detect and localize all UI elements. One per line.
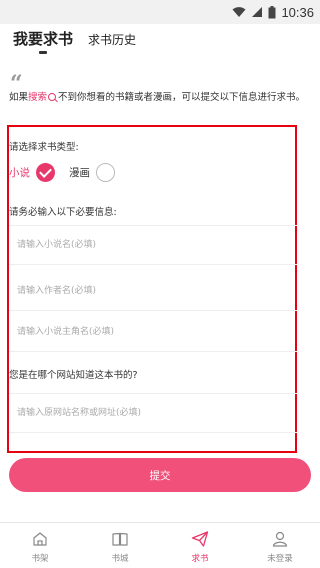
author-name-field: [9, 271, 299, 311]
nav-bookstore[interactable]: 书城: [80, 523, 160, 568]
type-option-novel-label: 小说: [9, 166, 30, 179]
novel-name-field: [9, 225, 299, 265]
source-section-label: 您是在哪个网站知道这本书的?: [9, 370, 138, 381]
nav-request-book[interactable]: 求书: [160, 523, 240, 568]
paper-plane-icon: [191, 531, 209, 547]
signal-icon: [252, 7, 263, 17]
submit-button[interactable]: 提交: [9, 458, 311, 492]
active-tab-indicator: [39, 51, 47, 54]
type-option-comic[interactable]: 漫画: [69, 160, 115, 184]
nav-request-book-label: 求书: [191, 554, 209, 564]
bottom-nav: 书架 书城 求书 未登录: [0, 522, 320, 568]
search-icon: [48, 93, 57, 101]
nav-not-logged-in-label: 未登录: [267, 554, 293, 564]
search-link[interactable]: 搜索: [28, 92, 47, 103]
source-website-field: [9, 393, 299, 433]
home-icon: [33, 532, 47, 546]
nav-bookshelf-label: 书架: [31, 554, 49, 564]
intro-prefix: 如果: [9, 92, 29, 103]
tab-request-book[interactable]: 我要求书: [13, 28, 73, 49]
type-section-label: 请选择求书类型:: [9, 142, 79, 153]
nav-bookshelf[interactable]: 书架: [0, 523, 80, 568]
status-bar: 10:36: [0, 0, 320, 24]
type-options: 小说 漫画: [9, 160, 209, 184]
author-name-input[interactable]: [17, 281, 287, 301]
status-indicators: 10:36: [232, 4, 314, 20]
tab-request-history[interactable]: 求书历史: [88, 31, 136, 48]
book-icon: [112, 532, 128, 546]
type-option-comic-label: 漫画: [69, 166, 90, 179]
battery-icon: [268, 5, 276, 18]
top-tabs: 我要求书 求书历史: [0, 24, 320, 60]
user-icon: [272, 531, 288, 547]
protagonist-name-field: [9, 312, 299, 352]
wifi-icon: [232, 7, 246, 17]
protagonist-name-input[interactable]: [17, 322, 287, 342]
type-option-novel[interactable]: 小说: [9, 160, 55, 184]
source-website-input[interactable]: [17, 403, 287, 423]
novel-name-input[interactable]: [17, 235, 287, 255]
checked-radio-icon[interactable]: [36, 162, 55, 182]
intro-text: 如果搜索 不到你想看的书籍或者漫画，可以提交以下信息进行求书。: [9, 90, 309, 106]
nav-not-logged-in[interactable]: 未登录: [240, 523, 320, 568]
status-time: 10:36: [281, 4, 314, 20]
unchecked-radio-icon[interactable]: [96, 162, 115, 182]
required-section-label: 请务必输入以下必要信息:: [9, 207, 117, 218]
intro-suffix: 不到你想看的书籍或者漫画，可以提交以下信息进行求书。: [58, 92, 306, 103]
nav-bookstore-label: 书城: [111, 554, 129, 564]
